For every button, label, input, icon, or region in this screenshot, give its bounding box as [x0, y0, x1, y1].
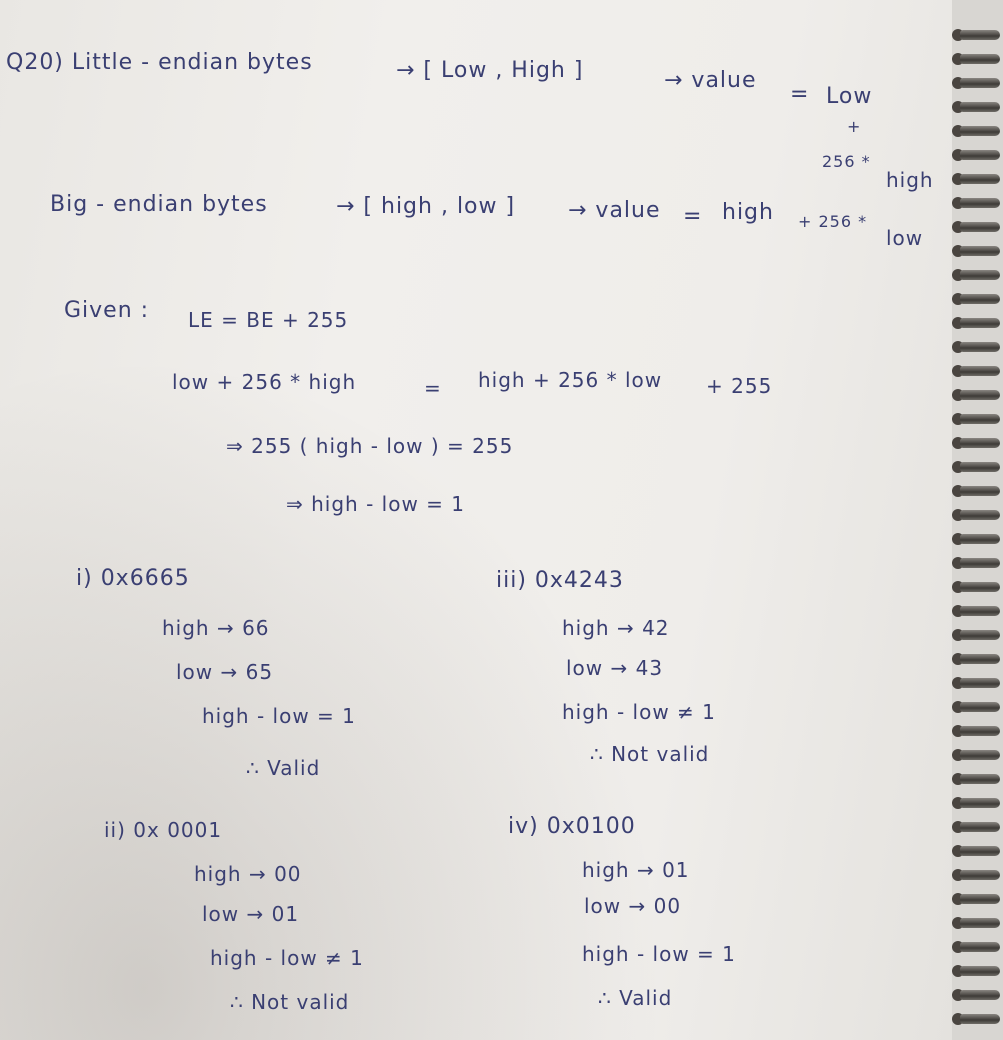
case-iv-high: high → 01	[582, 858, 690, 882]
spiral-coil	[960, 606, 1000, 616]
case-ii-high: high → 00	[194, 862, 302, 886]
case-iii-high: high → 42	[562, 616, 670, 640]
spiral-coil	[960, 54, 1000, 64]
spiral-coil	[960, 30, 1000, 40]
case-ii-title: ii) 0x 0001	[104, 818, 223, 842]
given-label: Given :	[64, 298, 150, 323]
case-ii-result: ∴ Not valid	[230, 990, 350, 1014]
case-i-title: i) 0x6665	[76, 566, 190, 591]
given-eq2-tail: + 255	[706, 374, 773, 398]
case-iv-low: low → 00	[584, 894, 682, 918]
case-iii-low: low → 43	[566, 656, 664, 680]
case-iv-result: ∴ Valid	[598, 986, 673, 1010]
spiral-coil	[960, 174, 1000, 184]
be-mult: + 256 *	[798, 212, 868, 231]
spiral-coil	[960, 582, 1000, 592]
spiral-binding	[952, 0, 1003, 1040]
spiral-coil	[960, 918, 1000, 928]
spiral-coil	[960, 126, 1000, 136]
question-label: Q20) Little - endian bytes	[6, 50, 313, 75]
spiral-coil	[960, 678, 1000, 688]
case-iii-check: high - low ≠ 1	[562, 700, 716, 724]
spiral-coil	[960, 702, 1000, 712]
spiral-coil	[960, 486, 1000, 496]
le-plus: +	[847, 117, 862, 136]
spiral-coil	[960, 870, 1000, 880]
be-label: Big - endian bytes	[50, 192, 268, 217]
given-eq3: ⇒ 255 ( high - low ) = 255	[226, 434, 514, 458]
spiral-coil	[960, 654, 1000, 664]
le-bytes: → [ Low , High ]	[396, 58, 584, 83]
be-low: low	[886, 226, 924, 250]
case-iv-check: high - low = 1	[582, 942, 736, 966]
spiral-coil	[960, 366, 1000, 376]
le-low: Low	[826, 84, 873, 109]
case-iii-title: iii) 0x4243	[496, 568, 624, 593]
case-ii-low: low → 01	[202, 902, 300, 926]
spiral-coil	[960, 990, 1000, 1000]
spiral-coil	[960, 150, 1000, 160]
be-arrow-value: → value	[568, 198, 661, 223]
notebook-page: Q20) Little - endian bytes → [ Low , Hig…	[0, 0, 958, 1040]
spiral-coil	[960, 510, 1000, 520]
spiral-coil	[960, 1014, 1000, 1024]
case-i-result: ∴ Valid	[246, 756, 321, 780]
spiral-coil	[960, 270, 1000, 280]
spiral-coil	[960, 534, 1000, 544]
spiral-coil	[960, 750, 1000, 760]
be-eq: =	[683, 204, 703, 229]
spiral-coil	[960, 318, 1000, 328]
case-i-check: high - low = 1	[202, 704, 356, 728]
spiral-coil	[960, 342, 1000, 352]
le-eq: =	[790, 82, 810, 107]
spiral-coil	[960, 222, 1000, 232]
spiral-coil	[960, 462, 1000, 472]
spiral-coil	[960, 846, 1000, 856]
spiral-coil	[960, 78, 1000, 88]
spiral-coil	[960, 822, 1000, 832]
spiral-coil	[960, 198, 1000, 208]
spiral-coil	[960, 414, 1000, 424]
le-mult: 256 *	[822, 152, 871, 171]
given-eq2-right: high + 256 * low	[478, 368, 663, 392]
spiral-coil	[960, 630, 1000, 640]
spiral-coil	[960, 894, 1000, 904]
case-i-low: low → 65	[176, 660, 274, 684]
given-eq4: ⇒ high - low = 1	[286, 492, 465, 516]
given-eq2-mid: =	[424, 376, 442, 400]
spiral-coil	[960, 558, 1000, 568]
spiral-coil	[960, 942, 1000, 952]
case-iii-result: ∴ Not valid	[590, 742, 710, 766]
given-eq1: LE = BE + 255	[188, 308, 349, 332]
spiral-coil	[960, 102, 1000, 112]
le-arrow-value: → value	[664, 68, 757, 93]
be-bytes: → [ high , low ]	[336, 194, 516, 219]
spiral-coil	[960, 438, 1000, 448]
spiral-coil	[960, 798, 1000, 808]
le-high: high	[886, 168, 934, 192]
case-iv-title: iv) 0x0100	[508, 814, 636, 839]
spiral-coil	[960, 246, 1000, 256]
case-ii-check: high - low ≠ 1	[210, 946, 364, 970]
spiral-coil	[960, 774, 1000, 784]
given-eq2-left: low + 256 * high	[172, 370, 357, 394]
spiral-coil	[960, 966, 1000, 976]
be-high: high	[722, 200, 774, 225]
spiral-coil	[960, 726, 1000, 736]
spiral-coil	[960, 294, 1000, 304]
case-i-high: high → 66	[162, 616, 270, 640]
spiral-coil	[960, 390, 1000, 400]
